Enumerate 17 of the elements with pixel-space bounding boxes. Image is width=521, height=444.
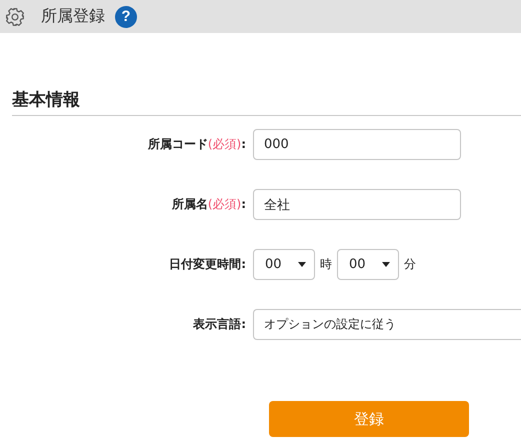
caret-icon	[382, 262, 390, 267]
unit-label: 分	[404, 256, 416, 273]
page-title: 所属登録	[41, 6, 105, 27]
section-heading: 基本情報	[12, 89, 81, 112]
caret-icon	[298, 262, 306, 267]
help-icon[interactable]: ?	[115, 6, 137, 28]
field-label: 所属コード(必須):	[146, 136, 247, 153]
unit-label: 時	[320, 256, 332, 273]
language-dropdown[interactable]: オプションの設定に従う	[253, 309, 521, 340]
settings-icon[interactable]	[5, 6, 25, 26]
text-field[interactable]: 全社	[253, 189, 461, 220]
text-field[interactable]: 000	[253, 129, 461, 160]
field-label: 日付変更時間:	[168, 256, 247, 273]
minute-dropdown[interactable]: 00	[337, 249, 399, 280]
hour-dropdown[interactable]: 00	[253, 249, 315, 280]
field-label: 表示言語:	[192, 316, 247, 333]
field-label: 所属名(必須):	[170, 196, 247, 213]
